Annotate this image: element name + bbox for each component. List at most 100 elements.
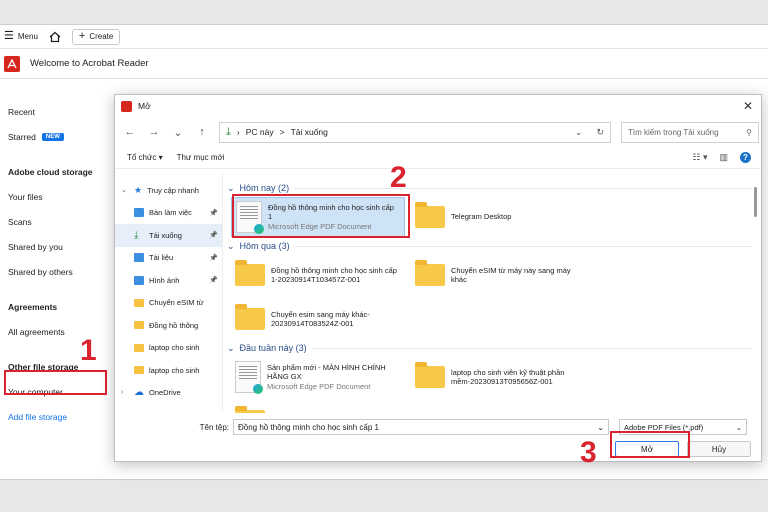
chevron-down-icon[interactable]: ⌄ (597, 423, 604, 432)
app-title-bar: Welcome to Acrobat Reader (0, 49, 768, 79)
sidebar-item-shared-by-others[interactable]: Shared by others (8, 259, 112, 284)
filename-value: Đồng hồ thông minh cho học sinh cấp 1 (238, 422, 379, 432)
group-heading[interactable]: ⌄ Đầu tuần này (3) (227, 341, 751, 355)
breadcrumb-sep: › (236, 127, 240, 137)
folder-icon (415, 202, 445, 228)
pdf-file-item[interactable]: Sản phẩm mới - MÀN HÌNH CHÍNH HÃNG GX Mic… (231, 357, 405, 397)
breadcrumb-root[interactable]: PC này (246, 127, 274, 137)
chevron-icon[interactable]: › (121, 389, 129, 396)
chevron-down-icon: ⌄ (227, 342, 235, 353)
recent-locations-icon[interactable]: ⌄ (171, 126, 185, 139)
pin-icon: 📌 (209, 254, 218, 262)
sidebar-item-your-files[interactable]: Your files (8, 184, 112, 209)
address-row: ← → ⌄ ↑ ⤓ › PC này > Tải xuống ⌄ ↻ Tìm k… (115, 117, 761, 147)
folder-item[interactable]: Đồng hồ thông minh cho học sinh cấp 1-20… (231, 255, 405, 295)
nav-item[interactable]: ⤓ Tải xuống 📌 (115, 224, 222, 247)
scrollbar[interactable] (754, 187, 757, 217)
sidebar-item-scans[interactable]: Scans (8, 209, 112, 234)
chevron-down-icon: ⌄ (735, 422, 742, 432)
sidebar-item-recent[interactable]: Recent (8, 99, 112, 124)
back-arrow-icon[interactable]: ← (123, 126, 137, 138)
filename-input[interactable]: Đồng hồ thông minh cho học sinh cấp 1 ⌄ (233, 419, 609, 435)
open-dialog: Mở ✕ ← → ⌄ ↑ ⤓ › PC này > Tải xuống ⌄ ↻ … (114, 94, 762, 462)
file-row: Chuyển esim sang máy khác-20230914T08352… (227, 297, 751, 341)
plus-icon: + (78, 30, 86, 42)
group-heading-label: Hôm qua (3) (239, 241, 290, 251)
group-heading[interactable]: ⌄ Hôm nay (2) (227, 181, 751, 195)
sidebar-item-starred[interactable]: Starred NEW (8, 124, 112, 149)
close-icon[interactable]: ✕ (743, 99, 753, 113)
address-bar[interactable]: ⤓ › PC này > Tải xuống ⌄ ↻ (219, 121, 611, 143)
acrobat-logo-icon (121, 100, 132, 112)
filename-label: Tên tệp: (199, 422, 229, 432)
acrobat-logo-icon (4, 55, 20, 72)
download-icon: ⤓ (134, 229, 139, 241)
pdf-thumbnail-icon (235, 361, 263, 394)
new-folder-button[interactable]: Thư mục mới (177, 153, 225, 162)
file-row: Đồng hồ thông minh cho học sinh cấp 1-20… (227, 253, 751, 297)
cloud-storage-heading: Adobe cloud storage (8, 166, 93, 177)
up-arrow-icon[interactable]: ↑ (195, 126, 209, 138)
dialog-title-bar: Mở (115, 95, 761, 117)
group-heading-label: Đầu tuần này (3) (239, 343, 307, 353)
sidebar-item-shared-by-you[interactable]: Shared by you (8, 234, 112, 259)
help-icon[interactable]: ? (740, 152, 751, 163)
nav-item[interactable]: Tài liệu 📌 (115, 247, 222, 270)
step-2-highlight (232, 194, 410, 238)
home-icon[interactable] (46, 28, 64, 46)
folder-item[interactable]: Chuyển esim sang máy khác-20230914T08352… (231, 299, 405, 339)
create-label: Create (89, 32, 114, 41)
refresh-icon[interactable]: ↻ (596, 127, 604, 138)
group-heading-label: Hôm nay (2) (239, 183, 290, 193)
nav-item[interactable]: Bàn làm việc 📌 (115, 202, 222, 225)
nav-item[interactable]: laptop cho sinh (115, 337, 222, 360)
nav-item-label: OneDrive (149, 388, 181, 398)
sidebar-item-label: Starred (8, 131, 36, 142)
nav-item[interactable]: Đồng hồ thông (115, 314, 222, 337)
breadcrumb-folder[interactable]: Tải xuống (291, 127, 328, 137)
menu-button[interactable]: ☰ Menu (4, 31, 38, 42)
dialog-title: Mở (138, 101, 151, 111)
nav-item[interactable]: Hình ảnh 📌 (115, 269, 222, 292)
sidebar-item-label: Recent (8, 106, 35, 117)
step-1-label: 1 (80, 334, 97, 367)
folder-item[interactable]: Telegram Desktop (411, 197, 585, 237)
create-button[interactable]: + Create (71, 28, 121, 45)
pin-icon: 📌 (209, 277, 218, 285)
folder-item[interactable]: Chuyển eSIM từ máy này sang máy khác (411, 255, 585, 295)
chevron-icon[interactable]: ⌄ (121, 186, 129, 194)
cancel-button[interactable]: Hủy (687, 441, 751, 457)
file-row: Sản phẩm mới - MÀN HÌNH CHÍNH HÃNG GX Mic… (227, 355, 751, 399)
nav-item[interactable]: › ☁ OneDrive (115, 382, 222, 405)
file-name: Đồng hồ thông minh cho học sinh cấp 1-20… (271, 265, 397, 284)
file-name: Chuyển esim sang máy khác-20230914T08352… (271, 309, 370, 328)
add-file-storage-link[interactable]: Add file storage (8, 404, 112, 429)
preview-pane-icon[interactable]: ▥ (719, 152, 728, 163)
view-options-icon[interactable]: ☷ ▾ (692, 152, 707, 163)
chevron-down-icon[interactable]: ⌄ (575, 127, 583, 138)
nav-item-label: laptop cho sinh (149, 343, 200, 353)
hamburger-icon: ☰ (4, 30, 14, 42)
folder-item[interactable]: laptop cho sinh viên ngôn (231, 401, 405, 413)
nav-item[interactable]: ⌄ ★ Truy cập nhanh (115, 179, 222, 202)
download-icon: ⤓ (226, 125, 231, 138)
menu-bar: ☰ Menu + Create (0, 25, 768, 49)
folder-icon (235, 260, 265, 286)
file-name: Chuyển eSIM từ máy này sang máy khác (451, 265, 571, 284)
nav-item[interactable]: laptop cho sinh (115, 359, 222, 382)
command-bar: Tổ chức ▾ Thư mục mới ☷ ▾ ▥ ? (115, 147, 761, 169)
desktop-icon (134, 208, 144, 218)
folder-icon (134, 298, 144, 307)
file-row: laptop cho sinh viên ngôn (227, 399, 751, 413)
folder-item[interactable]: laptop cho sinh viên kỹ thuật phần mềm-2… (411, 357, 585, 397)
search-input[interactable]: Tìm kiếm trong Tải xuống ⚲ (621, 121, 759, 143)
group-heading[interactable]: ⌄ Hôm qua (3) (227, 239, 751, 253)
menu-label: Menu (17, 32, 38, 41)
nav-item[interactable]: Chuyển eSIM từ (115, 292, 222, 315)
organize-button[interactable]: Tổ chức ▾ (127, 153, 163, 162)
nav-item-label: Truy cập nhanh (147, 185, 199, 195)
forward-arrow-icon[interactable]: → (147, 126, 161, 138)
step-2-label: 2 (390, 161, 407, 194)
breadcrumb-sep: > (279, 127, 285, 137)
folder-icon (134, 366, 144, 375)
